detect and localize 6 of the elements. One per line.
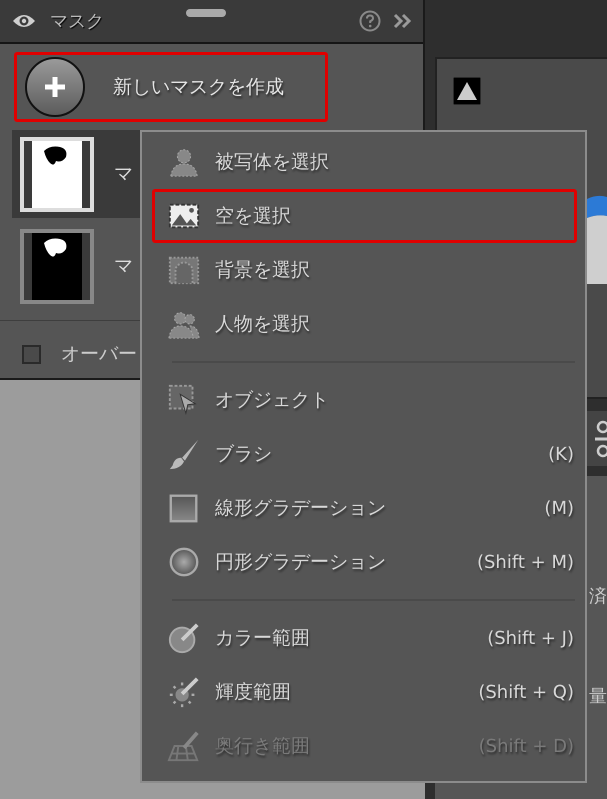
overlay-label: オーバー: [61, 342, 137, 367]
side-panel-text: 量: [589, 685, 607, 708]
panel-title: マスク: [50, 10, 104, 33]
mask-name: マ: [114, 162, 133, 187]
side-panel-text: 済: [589, 585, 607, 608]
mask-name: マ: [114, 254, 133, 279]
